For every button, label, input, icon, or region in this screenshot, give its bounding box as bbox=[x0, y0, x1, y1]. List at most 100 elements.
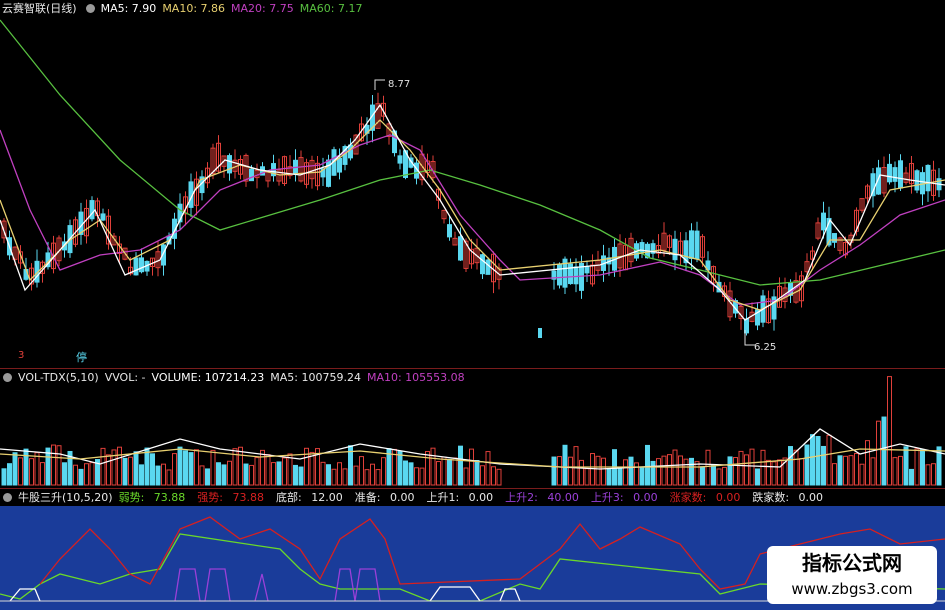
indicator-panel[interactable]: 牛股三升(10,5,20) 弱势: 73.88 强势: 73.88 底部: 12.00… bbox=[0, 488, 945, 610]
volume-bar bbox=[738, 450, 744, 486]
volume-bar bbox=[436, 461, 441, 486]
volume-bar bbox=[485, 451, 491, 486]
volume-bar bbox=[166, 469, 172, 486]
volume-bar bbox=[40, 462, 45, 486]
candle-body bbox=[337, 157, 342, 173]
volume-bar bbox=[12, 452, 18, 486]
candle-body bbox=[898, 160, 903, 189]
settings-icon[interactable] bbox=[3, 373, 12, 382]
volume-bar bbox=[645, 444, 650, 486]
volume-bar bbox=[909, 468, 914, 486]
volume-bar bbox=[441, 456, 447, 486]
candle-body bbox=[832, 233, 837, 243]
settings-icon[interactable] bbox=[85, 4, 95, 13]
volume-bar bbox=[34, 452, 40, 486]
volume-bar bbox=[403, 460, 408, 486]
price-header: 云赛智联(日线) MA5: 7.90 MA10: 7.86 MA20: 7.75 MA6… bbox=[0, 0, 945, 17]
indicator-header: 牛股三升(10,5,20) 弱势: 73.88 强势: 73.88 底部: 12.00… bbox=[0, 489, 945, 506]
volume-bar bbox=[491, 466, 496, 486]
volume-bar bbox=[238, 446, 243, 486]
candle-body bbox=[485, 259, 491, 275]
volume-bar bbox=[342, 468, 348, 486]
candle-body bbox=[584, 266, 590, 274]
volume-bar bbox=[903, 446, 909, 486]
volume-bar bbox=[18, 457, 23, 486]
volume-bar bbox=[227, 460, 232, 486]
volume-bar bbox=[425, 450, 430, 486]
rise3-item: 上升3: 0.00 bbox=[590, 491, 658, 504]
volume-bar bbox=[623, 459, 628, 486]
volume-bar bbox=[408, 462, 414, 486]
candle-body bbox=[892, 167, 898, 182]
volume-bar bbox=[562, 444, 568, 486]
volume-bar bbox=[694, 461, 700, 486]
volume-bar bbox=[287, 453, 293, 486]
candle-body bbox=[689, 230, 694, 259]
volume-bar bbox=[931, 463, 936, 486]
volume-bar bbox=[749, 448, 755, 486]
volume-bar bbox=[876, 420, 881, 486]
down-count-item: 跌家数: 0.00 bbox=[752, 491, 824, 504]
volume-bar bbox=[150, 453, 155, 486]
volume-bar bbox=[419, 467, 425, 486]
volume-bar bbox=[188, 452, 194, 486]
candlestick-chart[interactable] bbox=[0, 0, 945, 368]
volume-bar bbox=[854, 452, 859, 486]
price-panel[interactable]: 云赛智联(日线) MA5: 7.90 MA10: 7.86 MA20: 7.75 MA6… bbox=[0, 0, 945, 368]
volume-bar bbox=[265, 454, 271, 486]
settings-icon[interactable] bbox=[3, 493, 12, 502]
volume-bar bbox=[375, 469, 381, 486]
volume-bar bbox=[760, 449, 766, 486]
candle-body bbox=[821, 212, 826, 231]
volume-bar bbox=[221, 464, 227, 486]
volume-bar bbox=[73, 464, 78, 486]
volume-bar bbox=[320, 461, 326, 486]
volume-bar bbox=[744, 454, 749, 486]
volume-panel[interactable]: VOL-TDX(5,10) VVOL: - VOLUME: 107214.23 MA5… bbox=[0, 368, 945, 489]
volume-bar bbox=[639, 466, 645, 486]
high-price-label: 8.77 bbox=[388, 79, 411, 90]
volume-bar bbox=[469, 448, 474, 486]
candle-body bbox=[925, 164, 931, 192]
volume-bar bbox=[650, 460, 656, 486]
volume-bar bbox=[282, 457, 287, 486]
candle-body bbox=[447, 224, 452, 238]
strong-item: 强势: 73.88 bbox=[197, 491, 265, 504]
volume-bar bbox=[353, 465, 359, 486]
volume-bar bbox=[337, 462, 342, 486]
low-price-label: 6.25 bbox=[754, 342, 777, 353]
candle-body bbox=[887, 163, 892, 183]
volume-bar bbox=[777, 459, 782, 486]
volume-bar bbox=[447, 458, 452, 486]
volume-bar bbox=[243, 463, 249, 486]
volume-chart[interactable] bbox=[0, 369, 945, 489]
candle-body bbox=[568, 263, 573, 285]
candle-body bbox=[100, 213, 106, 221]
volume-bar bbox=[309, 451, 315, 486]
volume-bar bbox=[62, 462, 67, 486]
volume-bar bbox=[634, 462, 639, 486]
volume-bar bbox=[458, 445, 463, 486]
volume-bar bbox=[579, 459, 584, 486]
volume-bar bbox=[821, 445, 826, 486]
volume-bar bbox=[122, 457, 128, 486]
volume-bar bbox=[700, 466, 705, 486]
volume-bar bbox=[474, 460, 480, 486]
ma60-line bbox=[0, 19, 945, 286]
volume-bar bbox=[755, 468, 760, 486]
volume-bar bbox=[716, 468, 722, 486]
candle-body bbox=[557, 264, 562, 286]
up-count-item: 涨家数: 0.00 bbox=[669, 491, 741, 504]
volume-bar bbox=[557, 456, 562, 486]
volume-bar bbox=[870, 457, 876, 486]
volume-bar bbox=[29, 458, 34, 486]
volume-bar bbox=[177, 446, 183, 486]
volume-bar bbox=[249, 464, 254, 486]
rise2-item: 上升2: 40.00 bbox=[505, 491, 579, 504]
volume-bar bbox=[326, 464, 331, 486]
volume-bar bbox=[667, 454, 672, 486]
volume-bar bbox=[133, 451, 139, 486]
volume-bar bbox=[84, 463, 89, 486]
volume-bar bbox=[810, 434, 815, 486]
volume-bar bbox=[331, 468, 337, 486]
